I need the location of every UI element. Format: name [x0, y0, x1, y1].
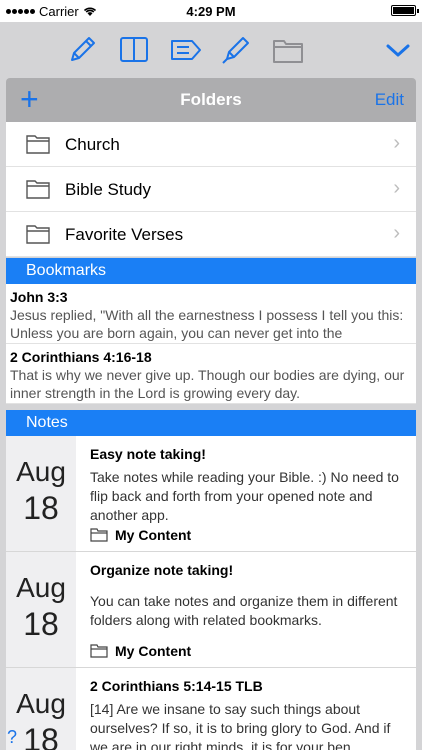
note-folder-label: My Content: [115, 527, 192, 543]
folder-item-favorite-verses[interactable]: Favorite Verses ›: [6, 212, 416, 257]
note-day: 18: [23, 606, 59, 642]
note-title: Organize note taking!: [90, 562, 234, 578]
chevron-down-icon[interactable]: [378, 30, 418, 70]
note-date: Aug 18: [6, 552, 76, 667]
tag-icon[interactable]: [166, 30, 206, 70]
book-icon[interactable]: [114, 30, 154, 70]
note-folder: My Content: [90, 643, 191, 659]
folder-item-church[interactable]: Church ›: [6, 122, 416, 167]
bookmark-ref: John 3:3: [10, 289, 68, 305]
note-month: Aug: [16, 688, 66, 719]
pencil-icon[interactable]: [62, 30, 102, 70]
folder-item-bible-study[interactable]: Bible Study ›: [6, 167, 416, 212]
battery-icon: [391, 5, 419, 16]
note-body: [14] Are we insane to say such things ab…: [90, 701, 391, 750]
folder-list: Church › Bible Study › Favorite Verses ›: [6, 122, 416, 257]
bookmarks-header: Bookmarks: [6, 258, 416, 284]
note-month: Aug: [16, 572, 66, 603]
folder-icon: [90, 528, 108, 542]
note-folder-label: My Content: [115, 643, 192, 659]
bookmark-item[interactable]: John 3:3 Jesus replied, "With all the ea…: [6, 284, 416, 344]
bookmark-item[interactable]: 2 Corinthians 4:16-18 That is why we nev…: [6, 344, 416, 404]
note-item[interactable]: Aug 18 2 Corinthians 5:14-15 TLB [14] Ar…: [6, 668, 416, 750]
folders-title: Folders: [180, 90, 242, 109]
bookmark-text: Jesus replied, "With all the earnestness…: [10, 307, 404, 341]
chevron-right-icon: ›: [393, 222, 400, 244]
status-time: 4:29 PM: [186, 4, 236, 19]
note-date: Aug 18: [6, 436, 76, 551]
folders-header: + Folders Edit: [6, 78, 416, 122]
note-item[interactable]: Aug 18 Easy note taking! Take notes whil…: [6, 436, 416, 552]
folder-icon[interactable]: [268, 30, 308, 70]
folder-icon: [90, 644, 108, 658]
note-body: Take notes while reading your Bible. :) …: [90, 469, 399, 523]
chevron-right-icon: ›: [393, 177, 400, 199]
folder-icon: [26, 135, 50, 154]
status-bar: Carrier 4:29 PM: [0, 0, 422, 22]
highlighter-icon[interactable]: [216, 30, 256, 70]
note-item[interactable]: Aug 18 Organize note taking! You can tak…: [6, 552, 416, 668]
notes-header: Notes: [6, 410, 416, 436]
edit-button[interactable]: Edit: [375, 90, 404, 110]
bookmark-ref: 2 Corinthians 4:16-18: [10, 349, 152, 365]
toolbar: [0, 22, 422, 76]
folder-icon: [26, 180, 50, 199]
note-list: Aug 18 Easy note taking! Take notes whil…: [6, 436, 416, 750]
folder-label: Church: [65, 135, 120, 154]
bookmark-list: John 3:3 Jesus replied, "With all the ea…: [6, 284, 416, 404]
note-folder: My Content: [90, 527, 191, 543]
note-title: 2 Corinthians 5:14-15 TLB: [90, 678, 263, 694]
chevron-right-icon: ›: [393, 132, 400, 154]
note-month: Aug: [16, 456, 66, 487]
bookmark-text: That is why we never give up. Though our…: [10, 367, 405, 401]
folder-label: Favorite Verses: [65, 225, 184, 244]
note-body: You can take notes and organize them in …: [90, 593, 398, 628]
folder-icon: [26, 225, 50, 244]
help-button[interactable]: ?: [0, 726, 24, 748]
note-title: Easy note taking!: [90, 446, 206, 462]
folder-label: Bible Study: [65, 180, 151, 199]
note-day: 18: [23, 490, 59, 526]
